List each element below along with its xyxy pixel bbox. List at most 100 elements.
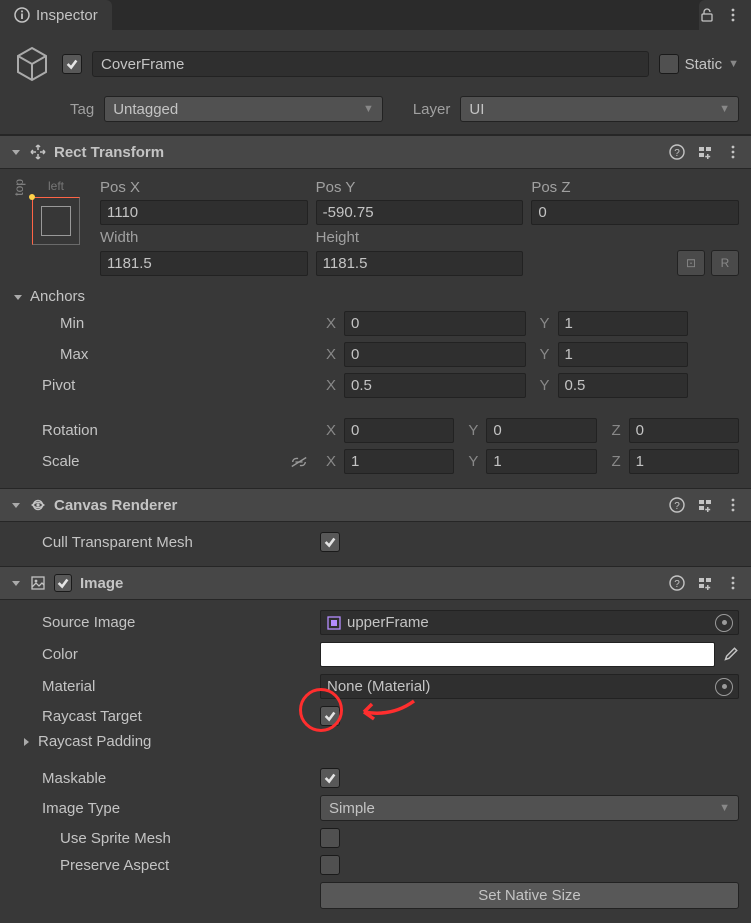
image-type-dropdown[interactable]: Simple ▼	[320, 795, 739, 821]
set-native-size-button[interactable]: Set Native Size	[320, 882, 739, 909]
height-label: Height	[316, 229, 524, 246]
canvas-renderer-header[interactable]: Canvas Renderer ?	[0, 488, 751, 522]
section-title: Rect Transform	[54, 144, 661, 161]
svg-text:?: ?	[674, 148, 680, 159]
info-icon	[14, 7, 30, 23]
color-label: Color	[12, 646, 312, 663]
eyedropper-icon[interactable]	[721, 644, 739, 666]
help-icon[interactable]: ?	[669, 497, 685, 513]
pivot-y-input[interactable]	[558, 373, 688, 398]
tag-value: Untagged	[113, 101, 359, 118]
anchor-top-label: top	[12, 179, 26, 196]
raw-mode-button[interactable]: R	[711, 250, 739, 276]
anchor-max-x-input[interactable]	[344, 342, 526, 367]
rot-z-input[interactable]	[629, 418, 739, 443]
tag-dropdown[interactable]: Untagged ▼	[104, 96, 383, 122]
preserve-aspect-checkbox[interactable]	[320, 855, 340, 875]
canvas-renderer-body: Cull Transparent Mesh	[0, 522, 751, 566]
width-input[interactable]	[100, 251, 308, 276]
foldout-icon[interactable]	[10, 499, 22, 511]
canvas-renderer-icon	[30, 497, 46, 513]
static-checkbox[interactable]	[659, 54, 679, 74]
tab-spacer	[112, 0, 699, 30]
material-field[interactable]: None (Material)	[320, 674, 739, 699]
preset-icon[interactable]	[697, 575, 713, 591]
gameobject-name-input[interactable]	[92, 51, 649, 77]
maskable-checkbox[interactable]	[320, 768, 340, 788]
inspector-tab[interactable]: Inspector	[0, 0, 112, 30]
more-icon[interactable]	[725, 144, 741, 160]
scale-z-input[interactable]	[629, 449, 739, 474]
help-icon[interactable]: ?	[669, 144, 685, 160]
layer-dropdown[interactable]: UI ▼	[460, 96, 739, 122]
material-value: None (Material)	[327, 678, 430, 695]
posz-input[interactable]	[531, 200, 739, 225]
preserve-aspect-label: Preserve Aspect	[12, 857, 312, 874]
chevron-down-icon: ▼	[363, 103, 374, 115]
material-label: Material	[12, 678, 312, 695]
pivot-x-input[interactable]	[344, 373, 526, 398]
object-picker-icon[interactable]	[715, 614, 733, 632]
tab-label: Inspector	[36, 7, 98, 24]
object-picker-icon[interactable]	[715, 678, 733, 696]
scale-x-input[interactable]	[344, 449, 454, 474]
cull-checkbox[interactable]	[320, 532, 340, 552]
min-label: Min	[12, 315, 312, 332]
scale-y-input[interactable]	[486, 449, 596, 474]
height-input[interactable]	[316, 251, 524, 276]
lock-icon[interactable]	[699, 7, 715, 23]
raycast-target-label: Raycast Target	[12, 708, 312, 725]
anchor-left-label: left	[48, 179, 64, 193]
use-sprite-mesh-checkbox[interactable]	[320, 828, 340, 848]
posx-input[interactable]	[100, 200, 308, 225]
image-body: Source Image upperFrame Color Material N…	[0, 600, 751, 923]
rect-transform-header[interactable]: Rect Transform ?	[0, 135, 751, 169]
foldout-icon[interactable]	[10, 146, 22, 158]
image-component-icon	[30, 575, 46, 591]
static-label: Static	[685, 56, 723, 73]
anchor-preset-button[interactable]	[32, 197, 80, 245]
rect-transform-body: top left Pos X Pos Y Pos Z Width Height	[0, 169, 751, 488]
preset-icon[interactable]	[697, 144, 713, 160]
source-image-field[interactable]: upperFrame	[320, 610, 739, 635]
preset-icon[interactable]	[697, 497, 713, 513]
help-icon[interactable]: ?	[669, 575, 685, 591]
anchors-label: Anchors	[30, 288, 85, 305]
rect-transform-icon	[30, 144, 46, 160]
posz-label: Pos Z	[531, 179, 739, 196]
anchor-min-x-input[interactable]	[344, 311, 526, 336]
gameobject-header: Static ▼ Tag Untagged ▼ Layer UI ▼	[0, 30, 751, 135]
color-field[interactable]	[320, 642, 715, 667]
anchor-min-y-input[interactable]	[558, 311, 688, 336]
raycast-target-checkbox[interactable]	[320, 706, 340, 726]
rot-x-input[interactable]	[344, 418, 454, 443]
cull-label: Cull Transparent Mesh	[12, 534, 312, 551]
static-dropdown-arrow[interactable]: ▼	[728, 58, 739, 70]
blueprint-mode-button[interactable]: ⊡	[677, 250, 705, 276]
pivot-label: Pivot	[12, 377, 312, 394]
active-checkbox[interactable]	[62, 54, 82, 74]
anchor-max-y-input[interactable]	[558, 342, 688, 367]
constrain-proportions-icon[interactable]	[290, 455, 308, 469]
more-icon[interactable]	[725, 7, 741, 23]
chevron-down-icon: ▼	[719, 802, 730, 814]
foldout-icon[interactable]	[10, 577, 22, 589]
image-type-label: Image Type	[12, 800, 312, 817]
gameobject-icon[interactable]	[12, 44, 52, 84]
posy-input[interactable]	[316, 200, 524, 225]
set-native-size-label: Set Native Size	[478, 887, 581, 904]
tag-label: Tag	[70, 101, 94, 118]
rotation-label: Rotation	[12, 422, 312, 439]
use-sprite-mesh-label: Use Sprite Mesh	[12, 830, 312, 847]
image-enabled-checkbox[interactable]	[54, 574, 72, 592]
sprite-icon	[327, 616, 341, 630]
anchors-foldout[interactable]	[12, 291, 24, 303]
image-header[interactable]: Image ?	[0, 566, 751, 600]
more-icon[interactable]	[725, 575, 741, 591]
width-label: Width	[100, 229, 308, 246]
layer-label: Layer	[413, 101, 451, 118]
rot-y-input[interactable]	[486, 418, 596, 443]
raycast-padding-label: Raycast Padding	[38, 733, 151, 750]
raycast-padding-foldout[interactable]	[20, 736, 32, 748]
more-icon[interactable]	[725, 497, 741, 513]
